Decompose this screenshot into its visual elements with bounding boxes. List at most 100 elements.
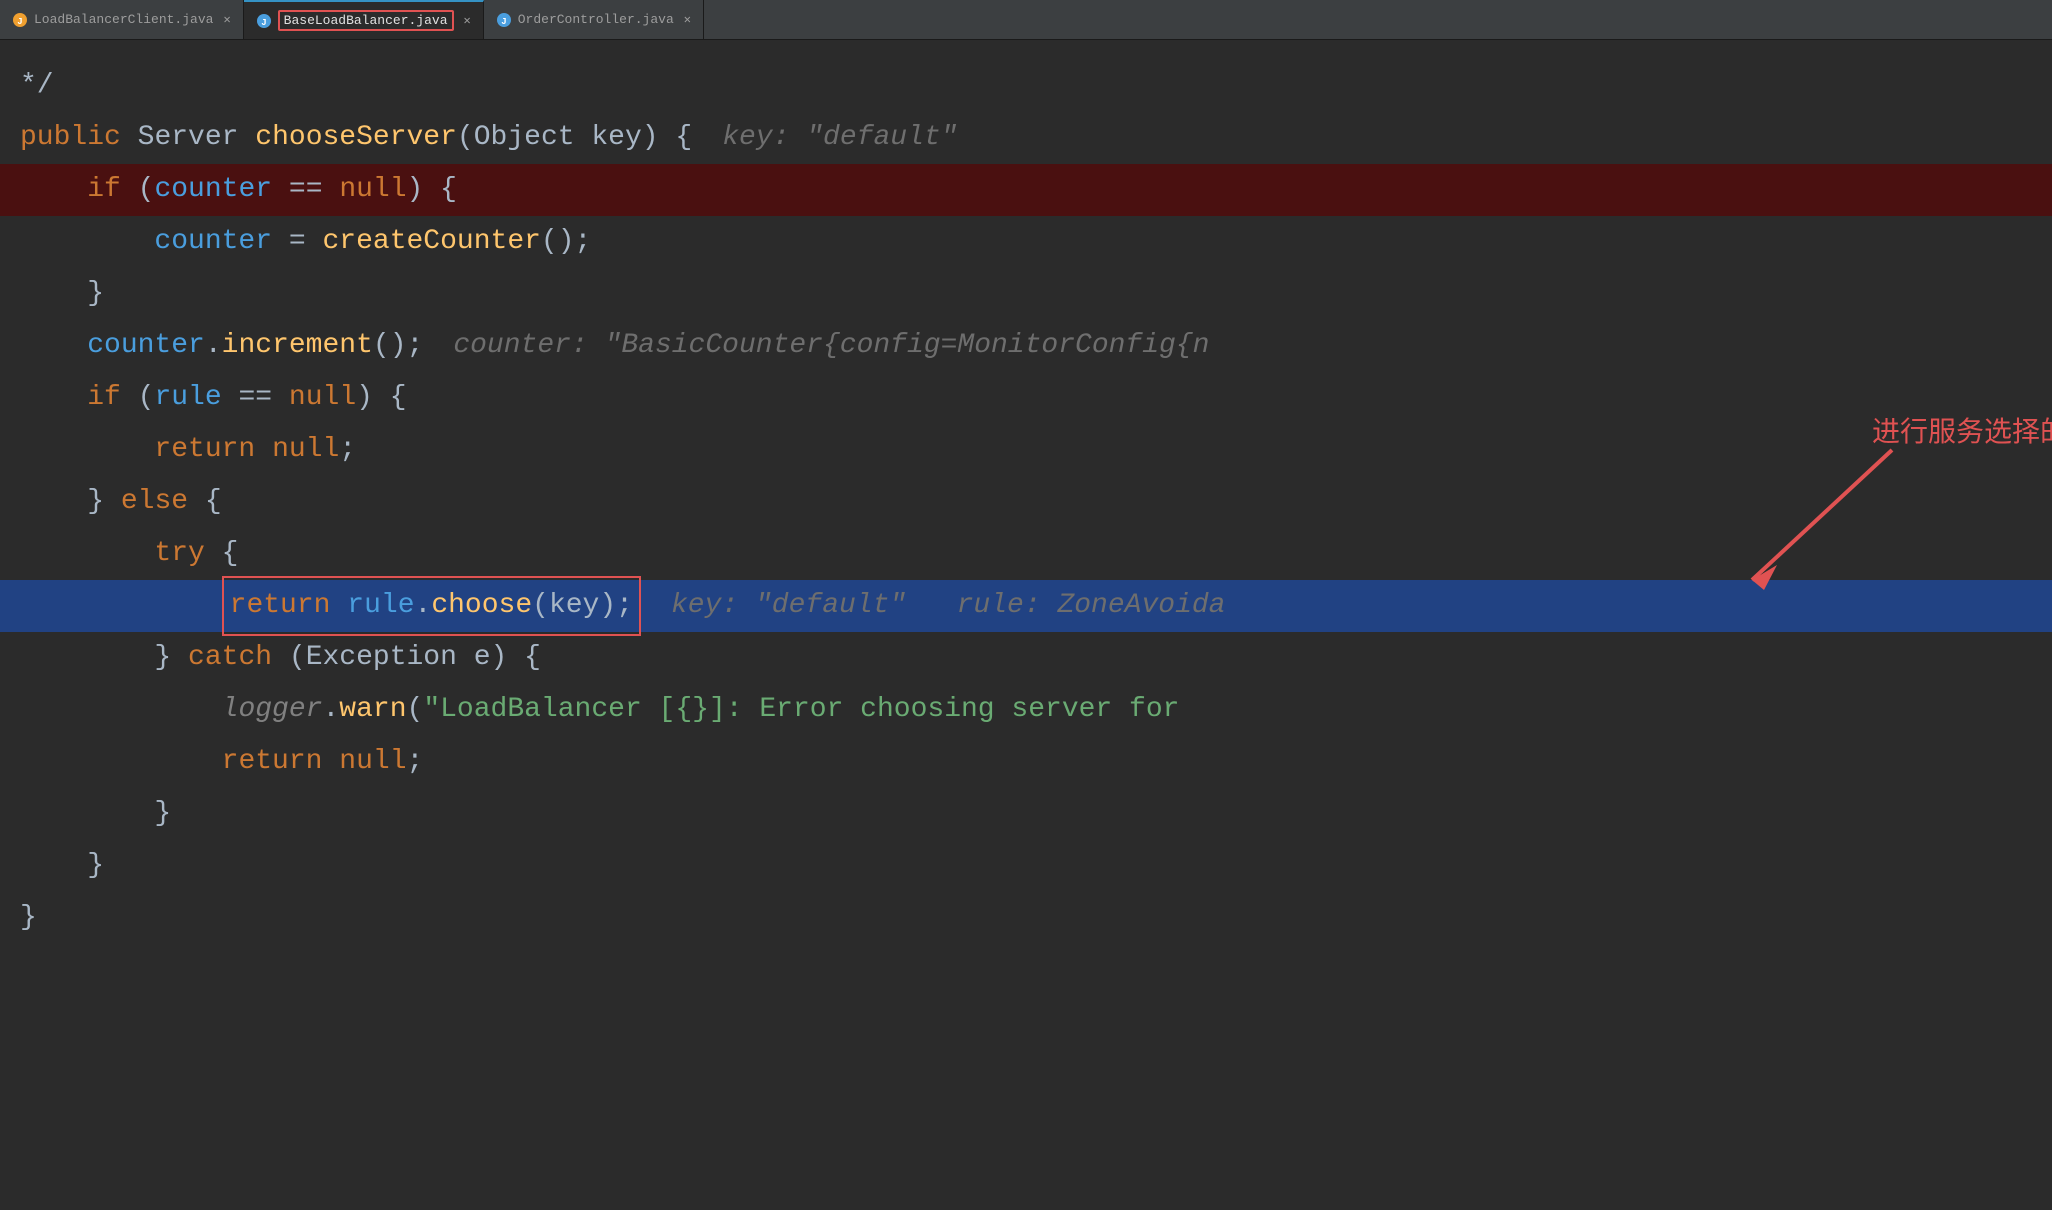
svg-text:J: J xyxy=(17,17,22,27)
code-text: if (rule == null) { xyxy=(0,372,407,424)
code-increment: increment xyxy=(222,320,373,372)
tab-close-3-icon[interactable]: ✕ xyxy=(684,12,691,27)
code-text: if (counter == null) { xyxy=(0,164,457,216)
code-close-brace2: } xyxy=(87,476,104,528)
code-method-name: chooseServer xyxy=(255,112,457,164)
code-parens6: ( xyxy=(532,590,549,621)
code-hint-counter: counter: "BasicCounter{config=MonitorCon… xyxy=(453,320,1209,372)
code-brace3: { xyxy=(390,372,407,424)
java-icon-3: J xyxy=(496,12,512,28)
tab-label-3: OrderController.java xyxy=(518,12,674,27)
code-choose: choose xyxy=(431,590,532,621)
code-close-brace3: } xyxy=(154,632,171,684)
code-parens4: (); xyxy=(541,216,591,268)
code-text: */ xyxy=(0,60,54,112)
code-editor: */ public Server chooseServer(Object key… xyxy=(0,40,2052,1210)
svg-text:J: J xyxy=(501,17,506,27)
code-kw-null: null xyxy=(339,164,406,216)
code-line-logger: logger.warn("LoadBalancer [{}]: Error ch… xyxy=(0,684,2052,736)
code-line-catch: } catch (Exception e) { xyxy=(0,632,2052,684)
code-paren: ( xyxy=(457,112,474,164)
code-paren3: ) xyxy=(407,164,424,216)
tab-label: LoadBalancerClient.java xyxy=(34,12,213,27)
code-text: logger.warn("LoadBalancer [{}]: Error ch… xyxy=(0,684,1179,736)
code-kw-catch: catch xyxy=(188,632,272,684)
code-line-increment: counter.increment(); counter: "BasicCoun… xyxy=(0,320,2052,372)
code-line-comment: */ xyxy=(0,60,2052,112)
code-paren7: ) xyxy=(356,372,373,424)
tab-baseloadbalancer[interactable]: J BaseLoadBalancer.java ✕ xyxy=(244,0,484,39)
code-close-brace6: } xyxy=(20,892,37,944)
code-text: } xyxy=(0,840,104,892)
code-text: } xyxy=(0,892,37,944)
java-icon: J xyxy=(12,12,28,28)
tab-ordercontroller[interactable]: J OrderController.java ✕ xyxy=(484,0,704,39)
code-kw-return3: return xyxy=(222,736,323,788)
code-line-if-rule: if (rule == null) { xyxy=(0,372,2052,424)
code-parens5: (); xyxy=(373,320,423,372)
code-keyword-public: public xyxy=(20,112,121,164)
code-kw-return: return xyxy=(154,424,255,476)
code-line-if-counter: if (counter == null) { xyxy=(0,164,2052,216)
code-kw-null3: null xyxy=(272,424,339,476)
code-line-close-method: } xyxy=(0,892,2052,944)
annotation-arrow xyxy=(1672,420,1972,620)
code-param-key2: key xyxy=(549,590,599,621)
code-dot2: . xyxy=(415,590,432,621)
code-line-return-null2: return null; xyxy=(0,736,2052,788)
code-text: counter.increment(); counter: "BasicCoun… xyxy=(0,320,1209,372)
code-paren2: ( xyxy=(138,164,155,216)
code-line-close-brace1: } xyxy=(0,268,2052,320)
code-semi2: ; xyxy=(407,736,424,788)
code-text: return null; xyxy=(0,736,423,788)
code-counter2: counter xyxy=(87,320,205,372)
code-kw-if: if xyxy=(87,164,121,216)
code-text: try { xyxy=(0,528,238,580)
tab-bar: J LoadBalancerClient.java ✕ J BaseLoadBa… xyxy=(0,0,2052,40)
code-paren9: ) xyxy=(491,632,508,684)
code-eq-eq: == xyxy=(289,164,323,216)
code-span: */ xyxy=(20,60,54,112)
code-dot3: . xyxy=(322,684,339,736)
code-kw-return2: return xyxy=(230,590,331,621)
code-create-counter: createCounter xyxy=(322,216,540,268)
code-paren-close: ) xyxy=(642,112,659,164)
code-rule-var2: rule xyxy=(347,590,414,621)
code-exception-type: Exception xyxy=(306,632,457,684)
code-line-method-sig: public Server chooseServer(Object key) {… xyxy=(0,112,2052,164)
code-logger: logger xyxy=(222,684,323,736)
code-text: return rule.choose(key); key: "default" … xyxy=(0,576,1225,636)
tab-active-label-box: BaseLoadBalancer.java xyxy=(278,10,454,31)
code-kw-null4: null xyxy=(339,736,406,788)
code-counter-assign: counter xyxy=(154,216,272,268)
code-brace6: { xyxy=(524,632,541,684)
code-warn: warn xyxy=(339,684,406,736)
code-text: } xyxy=(0,268,104,320)
code-kw-if2: if xyxy=(87,372,121,424)
code-parens7: ); xyxy=(599,590,633,621)
code-kw-else: else xyxy=(121,476,188,528)
tab-close-active-icon[interactable]: ✕ xyxy=(464,13,471,28)
code-type-server: Server xyxy=(138,112,239,164)
code-text: } xyxy=(0,788,171,840)
code-var-counter: counter xyxy=(154,164,272,216)
code-text: return null; xyxy=(0,424,356,476)
tab-close-icon[interactable]: ✕ xyxy=(223,12,230,27)
tab-loadbalancerclient[interactable]: J LoadBalancerClient.java ✕ xyxy=(0,0,244,39)
code-type-object: Object xyxy=(474,112,575,164)
code-line-create-counter: counter = createCounter(); xyxy=(0,216,2052,268)
code-semi: ; xyxy=(339,424,356,476)
code-line-close-else: } xyxy=(0,840,2052,892)
code-line-close-catch: } xyxy=(0,788,2052,840)
code-paren6: ( xyxy=(138,372,155,424)
code-close-brace4: } xyxy=(154,788,171,840)
tab-label-active: BaseLoadBalancer.java xyxy=(284,13,448,28)
code-kw-null2: null xyxy=(289,372,356,424)
code-eq-eq2: == xyxy=(238,372,272,424)
code-assign: = xyxy=(289,216,306,268)
code-text: public Server chooseServer(Object key) {… xyxy=(0,112,957,164)
code-text: counter = createCounter(); xyxy=(0,216,591,268)
java-icon-active: J xyxy=(256,13,272,29)
code-kw-try: try xyxy=(154,528,204,580)
code-rule-var: rule xyxy=(154,372,221,424)
